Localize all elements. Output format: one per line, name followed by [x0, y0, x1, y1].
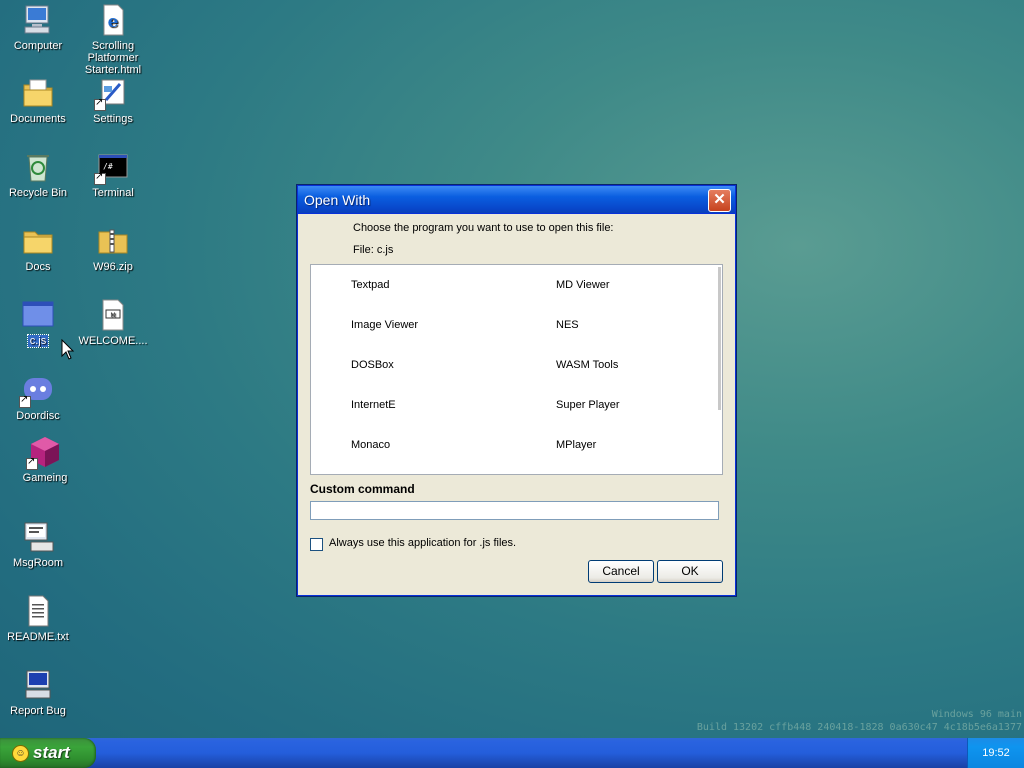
- recycle-bin-icon: [21, 150, 55, 184]
- icon-label: Gameing: [22, 472, 68, 484]
- icon-label: c.js: [26, 334, 50, 348]
- close-icon: ✕: [713, 191, 726, 208]
- desktop-icon-doordisc[interactable]: Doordisc: [0, 373, 76, 422]
- desktop-icon-settings[interactable]: Settings: [75, 76, 151, 125]
- cancel-button[interactable]: Cancel: [588, 560, 654, 583]
- icon-label: Documents: [10, 113, 66, 125]
- shortcut-arrow-icon: [19, 394, 31, 408]
- terminal-icon: /#: [94, 150, 130, 185]
- scrollbar[interactable]: [718, 267, 721, 410]
- taskbar: ☺ start 19:52: [0, 738, 1024, 768]
- program-item[interactable]: NES: [556, 319, 579, 331]
- desktop-icon-welcome[interactable]: M WELCOME....: [75, 298, 151, 347]
- icon-label: WELCOME....: [78, 335, 148, 347]
- svg-text:M: M: [110, 312, 115, 319]
- watermark-line: Build 13202 cffb448 240418-1828 0a630c47…: [696, 722, 1022, 733]
- settings-icon: [94, 76, 130, 111]
- always-use-checkbox[interactable]: [310, 538, 323, 551]
- desktop-icon-terminal[interactable]: /# Terminal: [75, 150, 151, 199]
- icon-label: Computer: [13, 40, 63, 52]
- svg-text:/#: /#: [103, 162, 113, 171]
- program-item[interactable]: MD Viewer: [556, 279, 610, 291]
- program-item[interactable]: Textpad: [351, 279, 390, 291]
- icon-label: Doordisc: [16, 410, 60, 422]
- program-list[interactable]: Textpad Image Viewer DOSBox InternetE Mo…: [310, 264, 723, 475]
- system-tray[interactable]: 19:52: [967, 738, 1024, 768]
- shortcut-arrow-icon: [94, 97, 106, 111]
- desktop-icon-computer[interactable]: Computer: [0, 3, 76, 52]
- icon-label: Report Bug: [10, 705, 66, 717]
- report-bug-icon: [21, 668, 55, 702]
- desktop-icon-recycle-bin[interactable]: Recycle Bin: [0, 150, 76, 199]
- clock: 19:52: [982, 747, 1010, 759]
- icon-label: Terminal: [92, 187, 134, 199]
- watermark-line: Windows 96 main: [931, 709, 1022, 720]
- desktop-icon-scrolling-platformer[interactable]: e Scrolling Platformer Starter.html: [75, 3, 151, 76]
- smiley-icon: ☺: [12, 745, 29, 762]
- svg-text:e: e: [108, 12, 119, 32]
- icon-label: Scrolling Platformer Starter.html: [84, 40, 142, 76]
- desktop-icon-documents[interactable]: Documents: [0, 76, 76, 125]
- shortcut-arrow-icon: [94, 171, 106, 185]
- file-name-label: File: c.js: [353, 244, 394, 256]
- dialog-prompt: Choose the program you want to use to op…: [353, 222, 614, 234]
- desktop-icon-gameing[interactable]: Gameing: [7, 435, 83, 484]
- shortcut-arrow-icon: [26, 456, 38, 470]
- ok-button[interactable]: OK: [657, 560, 723, 583]
- desktop-icon-readme[interactable]: README.txt: [0, 594, 76, 643]
- program-item[interactable]: WASM Tools: [556, 359, 618, 371]
- start-button[interactable]: ☺ start: [0, 738, 96, 768]
- close-button[interactable]: ✕: [708, 189, 731, 212]
- icon-label: README.txt: [7, 631, 69, 643]
- program-item[interactable]: Monaco: [351, 439, 390, 451]
- desktop-icon-docs[interactable]: Docs: [0, 224, 76, 273]
- markdown-file-icon: M: [96, 298, 130, 332]
- icon-label: MsgRoom: [12, 557, 64, 569]
- desktop-icon-report-bug[interactable]: Report Bug: [0, 668, 76, 717]
- program-item[interactable]: MPlayer: [556, 439, 596, 451]
- msgroom-icon: [21, 520, 55, 554]
- open-with-dialog: Open With ✕ Choose the program you want …: [297, 185, 736, 596]
- text-file-icon: [21, 594, 55, 628]
- computer-icon: [21, 3, 55, 37]
- folder-icon: [21, 224, 55, 258]
- internet-explorer-icon: e: [96, 3, 130, 37]
- custom-command-label: Custom command: [310, 482, 415, 496]
- dialog-titlebar[interactable]: Open With ✕: [298, 186, 735, 214]
- dialog-title: Open With: [304, 192, 371, 208]
- zip-icon: [96, 224, 130, 258]
- icon-label: Docs: [25, 261, 51, 273]
- custom-command-input[interactable]: [310, 501, 719, 520]
- program-item[interactable]: Image Viewer: [351, 319, 418, 331]
- start-label: start: [33, 743, 70, 762]
- program-item[interactable]: DOSBox: [351, 359, 394, 371]
- discord-icon: [19, 373, 55, 408]
- cube-icon: [26, 435, 62, 470]
- icon-label: Recycle Bin: [8, 187, 68, 199]
- icon-label: Settings: [93, 113, 133, 125]
- program-item[interactable]: Super Player: [556, 399, 620, 411]
- documents-folder-icon: [21, 76, 55, 110]
- desktop-icon-w96-zip[interactable]: W96.zip: [75, 224, 151, 273]
- always-use-label[interactable]: Always use this application for .js file…: [329, 537, 516, 549]
- program-item[interactable]: InternetE: [351, 399, 396, 411]
- icon-label: W96.zip: [93, 261, 133, 273]
- desktop: Computer Documents Recycle Bin Docs c.js…: [0, 0, 1024, 738]
- build-watermark: Windows 96 main Build 13202 cffb448 2404…: [697, 708, 1022, 734]
- desktop-icon-msgroom[interactable]: MsgRoom: [0, 520, 76, 569]
- window-icon: [21, 298, 55, 332]
